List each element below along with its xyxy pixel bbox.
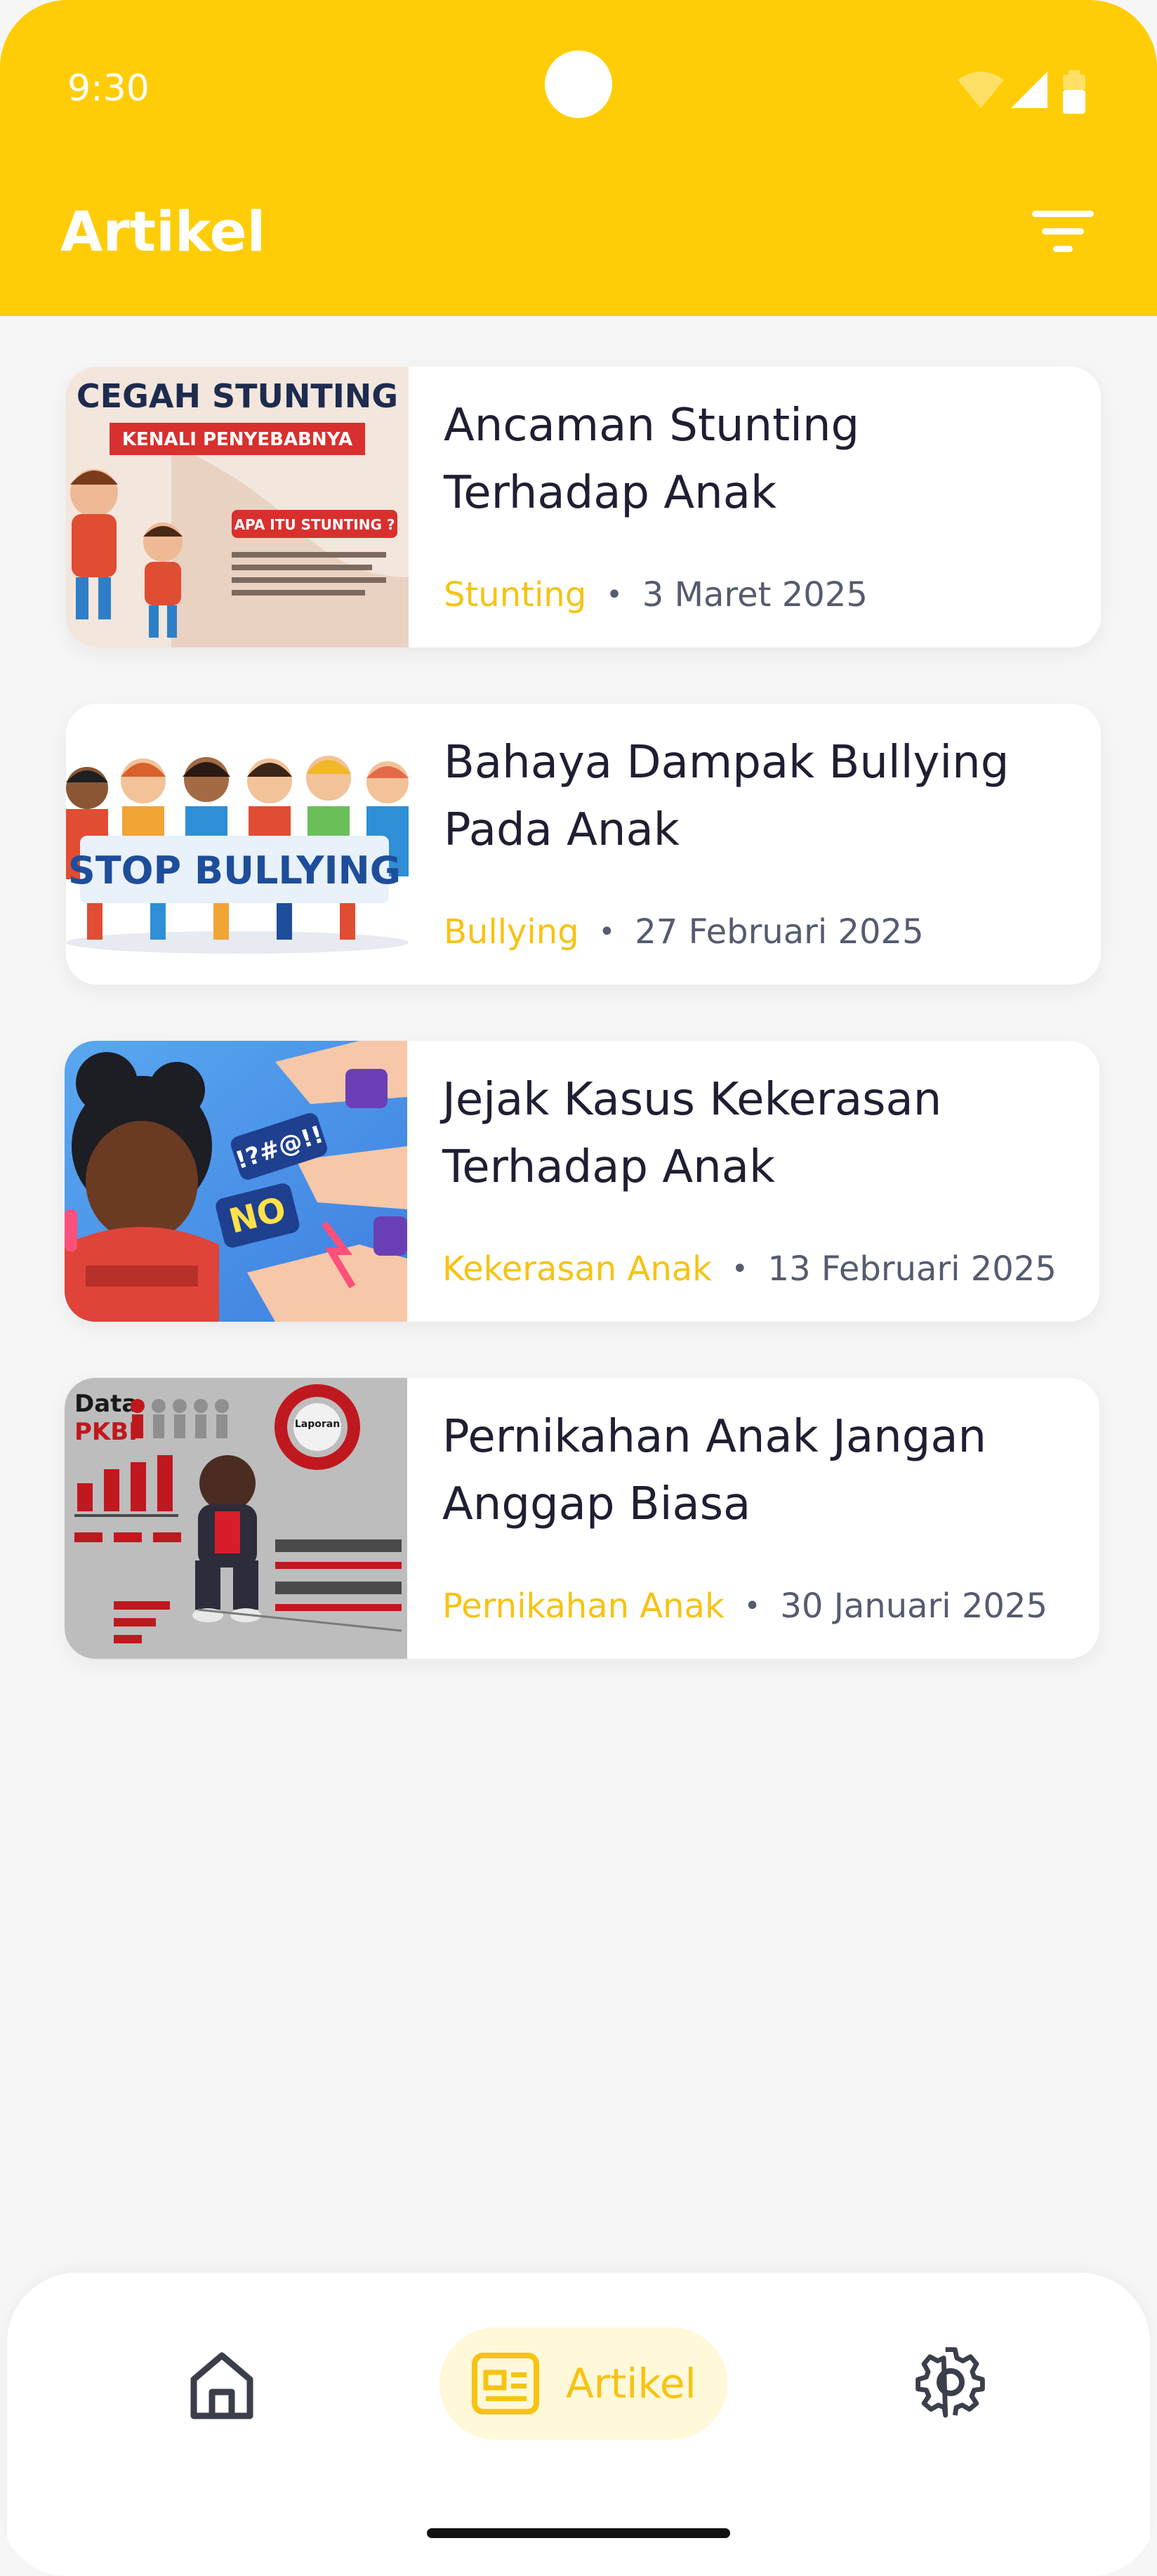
newspaper-icon [472,2353,539,2414]
article-title: Ancaman Stunting Terhadap Anak [444,392,1062,527]
article-date: 3 Maret 2025 [642,575,868,615]
article-thumbnail: CEGAH STUNTING KENALI PENYEBABNYA APA IT… [66,367,409,648]
front-camera [545,51,612,118]
article-thumbnail: !?#@!! NO [65,1041,407,1322]
article-thumbnail: Data PKBI Laporan [65,1378,407,1659]
article-meta: Bullying • 27 Februari 2025 [444,907,924,957]
article-title-line: Bahaya Dampak Bullying [444,737,1010,789]
home-icon[interactable] [180,2343,264,2427]
article-title-line: Anggap Biasa [442,1478,751,1530]
article-card[interactable]: Data PKBI Laporan Pernikahan Anak Jangan… [65,1378,1099,1659]
article-card[interactable]: !?#@!! NO Jejak Kasus Kekerasan Terhadap… [65,1041,1099,1322]
filter-icon[interactable] [1029,204,1097,260]
article-title: Pernikahan Anak Jangan Anggap Biasa [442,1403,1060,1538]
status-time: 9:30 [67,67,150,110]
article-title: Bahaya Dampak Bullying Pada Anak [444,729,1062,864]
thumb-sign: STOP BULLYING [68,848,401,893]
gear-icon[interactable] [908,2340,993,2424]
app-header: 9:30 Artikel [0,0,1157,316]
article-title-line: Pada Anak [444,804,680,856]
meta-separator: • [743,1590,761,1622]
article-category: Stunting [444,575,587,615]
battery-icon [1063,70,1085,114]
article-category: Bullying [444,912,579,952]
article-title-line: Jejak Kasus Kekerasan [442,1074,942,1126]
article-meta: Pernikahan Anak • 30 Januari 2025 [442,1582,1047,1631]
meta-separator: • [731,1253,748,1285]
thumb-banner: KENALI PENYEBABNYA [122,429,352,450]
article-card[interactable]: CEGAH STUNTING KENALI PENYEBABNYA APA IT… [66,367,1101,648]
thumb-badge: Laporan [295,1419,340,1430]
article-meta: Stunting • 3 Maret 2025 [444,570,868,619]
thumb-heading2: PKBI [74,1418,138,1446]
thumb-heading: CEGAH STUNTING [77,377,398,415]
article-title-line: Pernikahan Anak Jangan [442,1411,987,1463]
page-title: Artikel [60,201,266,264]
article-thumbnail: STOP BULLYING [66,704,409,985]
article-title: Jejak Kasus Kekerasan Terhadap Anak [442,1066,1060,1201]
article-date: 30 Januari 2025 [780,1586,1048,1626]
article-card[interactable]: STOP BULLYING Bahaya Dampak Bullying Pad… [66,704,1101,985]
meta-separator: • [606,579,623,611]
thumb-heading1: Data [74,1390,138,1418]
wifi-icon [958,72,1004,108]
phone-screen: 9:30 Artikel CEGAH STUNTING KENALI PENYE… [0,0,1157,2576]
article-date: 13 Februari 2025 [767,1249,1057,1289]
signal-icon [1011,72,1047,108]
nav-articles-label: Artikel [566,2360,696,2407]
nav-articles-tab[interactable]: Artikel [439,2327,727,2440]
status-icons [956,67,1090,117]
article-title-line: Ancaman Stunting [444,400,860,452]
home-indicator[interactable] [427,2528,730,2538]
article-title-line: Terhadap Anak [444,467,776,519]
thumb-question: APA ITU STUNTING ? [234,516,395,533]
article-title-line: Terhadap Anak [442,1141,775,1193]
article-meta: Kekerasan Anak • 13 Februari 2025 [442,1244,1057,1294]
article-date: 27 Februari 2025 [635,912,924,952]
article-category: Pernikahan Anak [442,1586,725,1626]
meta-separator: • [598,916,616,948]
article-category: Kekerasan Anak [442,1249,712,1289]
